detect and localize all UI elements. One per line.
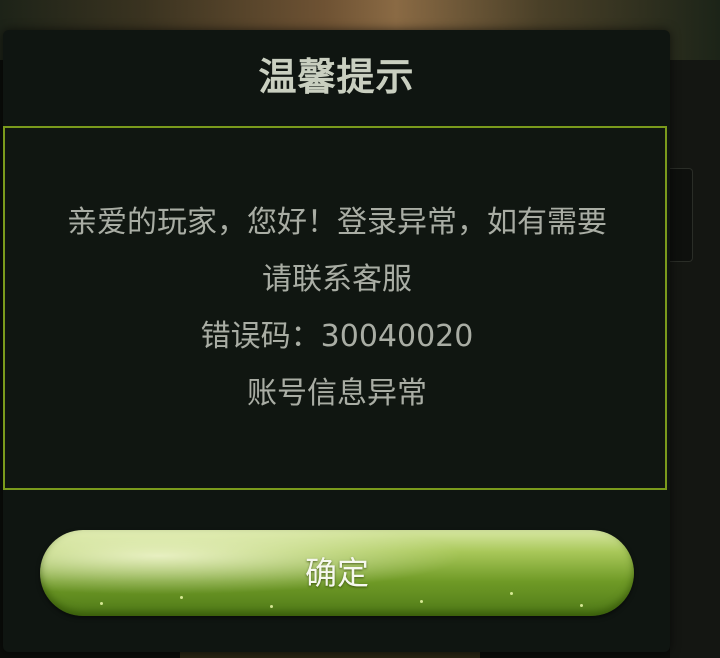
confirm-button-label: 确定: [304, 554, 369, 592]
confirm-button[interactable]: 确定: [40, 530, 634, 616]
background-side-box: [668, 168, 693, 262]
background-side-panel: [670, 60, 720, 658]
message-box: 亲爱的玩家，您好！登录异常，如有需要 请联系客服 错误码：30040020 账号…: [3, 126, 667, 490]
notice-dialog: 温馨提示 亲爱的玩家，您好！登录异常，如有需要 请联系客服 错误码：300400…: [3, 30, 670, 652]
dialog-title: 温馨提示: [258, 55, 415, 99]
message-line-error-code: 错误码：30040020: [200, 319, 474, 354]
message-line-reason: 账号信息异常: [247, 376, 427, 411]
game-screen: 温馨提示 亲爱的玩家，您好！登录异常，如有需要 请联系客服 错误码：300400…: [0, 0, 720, 658]
message-line-greeting: 亲爱的玩家，您好！登录异常，如有需要: [67, 205, 607, 240]
message-line-contact: 请联系客服: [262, 262, 412, 297]
message-text: 亲爱的玩家，您好！登录异常，如有需要 请联系客服 错误码：30040020 账号…: [5, 194, 669, 422]
